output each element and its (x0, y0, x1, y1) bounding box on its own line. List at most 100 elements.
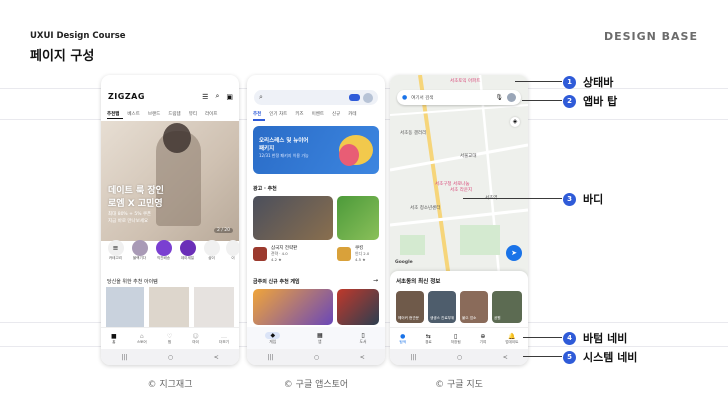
bottom-sheet[interactable]: 서초동의 최신 정보 헤어커 현관문 생생스 진료부위 붙으 업소 공원 (390, 271, 528, 327)
update-card[interactable]: 공원 (492, 291, 522, 323)
category-label: 이 (231, 256, 235, 260)
tab-recommend[interactable]: 추천탭 (107, 111, 119, 117)
tab-top-charts[interactable]: 인기 차트 (269, 111, 287, 117)
tab-indicator (253, 119, 265, 121)
hero-sub-1: 최대 80% + 5% 쿠폰 (108, 212, 152, 217)
model-hair (163, 123, 191, 153)
nav-label: 도서 (359, 338, 367, 344)
tab-brand[interactable]: 브랜드 (148, 111, 160, 117)
home-button-icon[interactable]: ○ (168, 354, 173, 361)
category-item[interactable]: 블랙기다 (130, 240, 149, 261)
nav-wish[interactable]: ♡ 찜 (167, 333, 172, 345)
game-banner[interactable] (253, 289, 333, 325)
avatar[interactable] (363, 92, 373, 103)
avatar[interactable] (507, 93, 516, 102)
back-icon[interactable]: < (214, 354, 219, 361)
nav-updates[interactable]: 🔔 업데이트 (505, 333, 518, 345)
directions-icon[interactable]: ➤ (506, 245, 522, 261)
nav-store[interactable]: ⌂ 스토어 (137, 333, 147, 345)
arrow-right-icon[interactable]: → (373, 277, 378, 284)
caption-zigzag: © 지그재그 (147, 380, 193, 390)
tab-events[interactable]: 이벤트 (312, 111, 324, 117)
nav-my[interactable]: ☺ 마이 (192, 333, 199, 345)
tab-kids[interactable]: 키즈 (295, 111, 303, 117)
product-thumb[interactable] (194, 287, 234, 327)
game-item[interactable]: 쿠킹 인디 2.0 4.5 ★ (337, 245, 369, 262)
mic-icon[interactable]: 🎙 (495, 94, 503, 101)
update-card[interactable]: 헤어커 현관문 (396, 291, 424, 323)
zigzag-tabs: 추천탭 베스트 브랜드 드림템 뷰티 라이프 (107, 111, 217, 117)
heart-icon: ♡ (166, 333, 173, 340)
bottom-nav: ● 탐색 ⇆ 경로 ▯ 저장됨 ⊕ 기여 🔔 업데이트 (390, 327, 528, 350)
map-place[interactable]: 서초 라운지 (450, 187, 472, 193)
nav-route[interactable]: ⇆ 경로 (425, 333, 432, 345)
card-label: 공원 (494, 316, 501, 320)
product-thumb[interactable] (149, 287, 189, 327)
search-icon[interactable]: ⌕ (215, 92, 219, 101)
nav-label: 업데이트 (505, 340, 519, 344)
game-banner[interactable] (337, 289, 379, 325)
category-item[interactable]: 샵이 (202, 240, 221, 261)
game-item[interactable]: 삼국지 전략판 전략 · 4.0 4.2 ★ (253, 245, 297, 262)
category-thumb (226, 240, 239, 256)
category-thumb (131, 240, 148, 256)
notification-badge[interactable] (349, 94, 360, 101)
category-item[interactable]: 이 (226, 240, 239, 261)
map-place[interactable]: 서울교대 (460, 153, 477, 159)
search-bar[interactable]: ⌕ (254, 90, 378, 105)
map-place[interactable]: 서초동 갤러리 (400, 130, 426, 136)
nav-more[interactable]: … 더보기 (219, 333, 229, 345)
map-canvas[interactable]: 서초토익 아파트 서초동 갤러리 서울교대 서초구청 서로나눔 서초 라운지 서… (390, 75, 528, 285)
map-place[interactable]: 서초 청소년센터 (410, 205, 440, 211)
status-bar (101, 75, 239, 85)
callout-label: 바디 (583, 193, 604, 206)
tab-best[interactable]: 베스트 (127, 111, 139, 117)
back-icon[interactable]: < (360, 354, 365, 361)
tab-new[interactable]: 신규 (332, 111, 340, 117)
category-item[interactable]: 데이세일 (178, 240, 197, 261)
zigzag-actions: ☰ ⌕ ▣ (202, 92, 233, 101)
home-button-icon[interactable]: ○ (314, 354, 319, 361)
category-item[interactable]: 직진배송 (154, 240, 173, 261)
tab-beauty[interactable]: 뷰티 (189, 111, 197, 117)
menu-icon[interactable]: ☰ (202, 93, 208, 101)
callout-line (515, 81, 562, 82)
sheet-title: 서초동의 최신 정보 (396, 279, 441, 285)
nav-explore[interactable]: ● 탐색 (399, 333, 406, 345)
nav-games[interactable]: ◆ 게임 (265, 331, 281, 345)
update-card[interactable]: 붙으 업소 (460, 291, 488, 323)
tab-life[interactable]: 라이프 (205, 111, 217, 117)
home-button-icon[interactable]: ○ (457, 354, 462, 361)
caption-maps: © 구글 지도 (435, 380, 483, 390)
user-icon: ☺ (192, 333, 199, 340)
recents-icon[interactable]: ||| (121, 354, 127, 361)
nav-books[interactable]: ▯ 도서 (360, 332, 367, 345)
search-bar[interactable]: ● 여기서 검색 🎙 (397, 90, 521, 105)
game-banner[interactable] (337, 196, 379, 240)
update-card[interactable]: 생생스 진료부위 (428, 291, 456, 323)
promo-card[interactable]: 오리스레스 및 뉴이어 패키지 12/31 한정 패키지 이용 가능 (253, 126, 379, 174)
hero-title-2: 로엠 X 고민영 (108, 199, 163, 209)
back-icon[interactable]: < (503, 354, 508, 361)
search-input[interactable]: 여기서 검색 (411, 95, 491, 101)
game-banner[interactable] (253, 196, 333, 240)
callout-label: 바텀 네비 (583, 332, 628, 345)
category-item[interactable]: ≡ 카테고리 (106, 240, 125, 261)
recents-icon[interactable]: ||| (410, 354, 416, 361)
product-thumb[interactable] (106, 287, 144, 327)
layers-icon[interactable]: ◈ (510, 117, 520, 127)
tab-recommend[interactable]: 추천 (253, 111, 261, 117)
nav-saved[interactable]: ▯ 저장됨 (451, 333, 461, 345)
category-label: 블랙기다 (132, 256, 147, 260)
playstore-phone: ⌕ 추천 인기 차트 키즈 이벤트 신규 카테 오리스레스 및 뉴이어 패키지 … (247, 75, 385, 365)
callout-line (523, 356, 562, 357)
callout-line (463, 198, 562, 199)
recents-icon[interactable]: ||| (267, 354, 273, 361)
bag-icon[interactable]: ▣ (226, 93, 233, 101)
tab-dream[interactable]: 드림템 (168, 111, 180, 117)
nav-home[interactable]: ■ 홈 (111, 333, 117, 345)
hero-banner[interactable]: 데이트 룩 장인 로엠 X 고민영 최대 80% + 5% 쿠폰 지금 바로 만… (101, 121, 239, 241)
nav-apps[interactable]: ▦ 앱 (317, 332, 323, 345)
tab-categories[interactable]: 카테 (348, 111, 356, 117)
nav-contribute[interactable]: ⊕ 기여 (480, 333, 487, 345)
